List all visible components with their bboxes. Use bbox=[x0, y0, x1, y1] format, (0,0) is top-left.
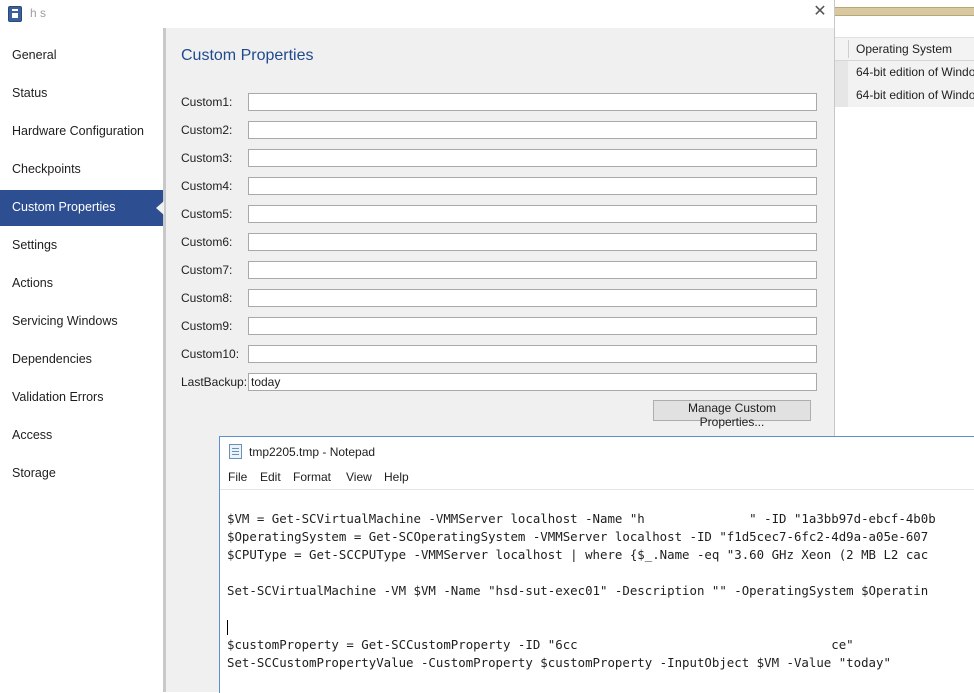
dialog-title: h s bbox=[30, 6, 47, 20]
column-header-operating-system[interactable]: Operating System bbox=[856, 42, 952, 56]
notepad-icon bbox=[229, 444, 242, 459]
close-button[interactable]: ✕ bbox=[810, 2, 830, 22]
menu-view[interactable]: View bbox=[346, 470, 372, 484]
script-line: Set-SCVirtualMachine -VM $VM -Name "hsd-… bbox=[227, 583, 929, 598]
script-line-caret bbox=[227, 618, 974, 636]
nav-item-label: Checkpoints bbox=[12, 162, 81, 176]
table-row[interactable]: 64-bit edition of Windows bbox=[834, 84, 974, 107]
row-selector[interactable] bbox=[834, 84, 848, 107]
custom9-label: Custom9: bbox=[181, 319, 233, 333]
custom10-field[interactable] bbox=[248, 345, 817, 363]
cell-operating-system: 64-bit edition of Windows bbox=[856, 88, 974, 102]
nav-item-general[interactable]: General bbox=[0, 38, 163, 74]
nav-item-access[interactable]: Access bbox=[0, 418, 163, 454]
nav-item-label: Access bbox=[12, 428, 53, 442]
nav-item-label: Dependencies bbox=[12, 352, 92, 366]
menu-file[interactable]: File bbox=[228, 470, 247, 484]
properties-nav: General Status Hardware Configuration Ch… bbox=[0, 28, 166, 692]
nav-item-validation-errors[interactable]: Validation Errors bbox=[0, 380, 163, 416]
script-line: $VM = Get-SCVirtualMachine -VMMServer lo… bbox=[227, 511, 936, 526]
custom6-label: Custom6: bbox=[181, 235, 233, 249]
page-title: Custom Properties bbox=[181, 47, 314, 64]
dialog-titlebar[interactable]: h s ✕ bbox=[0, 0, 834, 28]
custom3-label: Custom3: bbox=[181, 151, 233, 165]
custom7-field[interactable] bbox=[248, 261, 817, 279]
script-line: Set-SCCustomPropertyValue -CustomPropert… bbox=[227, 655, 891, 670]
notepad-titlebar[interactable]: tmp2205.tmp - Notepad bbox=[220, 437, 974, 465]
custom3-field[interactable] bbox=[248, 149, 817, 167]
notepad-window: tmp2205.tmp - Notepad File Edit Format V… bbox=[219, 436, 974, 693]
nav-item-label: Validation Errors bbox=[12, 390, 104, 404]
nav-item-custom-properties[interactable]: Custom Properties bbox=[0, 190, 164, 226]
nav-item-label: Hardware Configuration bbox=[12, 124, 145, 138]
cell-operating-system: 64-bit edition of Windows bbox=[856, 65, 974, 79]
nav-item-servicing-windows[interactable]: Servicing Windows bbox=[0, 304, 163, 340]
close-icon: ✕ bbox=[813, 3, 827, 20]
row-selector[interactable] bbox=[834, 61, 848, 84]
script-line: $CPUType = Get-SCCPUType -VMMServer loca… bbox=[227, 547, 929, 562]
custom1-label: Custom1: bbox=[181, 95, 233, 109]
nav-item-label: Settings bbox=[12, 238, 58, 252]
table-row[interactable]: 64-bit edition of Windows bbox=[834, 61, 974, 84]
custom8-label: Custom8: bbox=[181, 291, 233, 305]
script-line: $OperatingSystem = Get-SCOperatingSystem… bbox=[227, 529, 929, 544]
text-caret bbox=[227, 620, 228, 635]
custom4-field[interactable] bbox=[248, 177, 817, 195]
nav-item-label: Custom Properties bbox=[12, 200, 116, 214]
nav-item-label: Storage bbox=[12, 466, 56, 480]
custom2-field[interactable] bbox=[248, 121, 817, 139]
grid-header[interactable]: Operating System bbox=[834, 37, 974, 61]
nav-item-dependencies[interactable]: Dependencies bbox=[0, 342, 163, 378]
custom2-label: Custom2: bbox=[181, 123, 233, 137]
custom7-label: Custom7: bbox=[181, 263, 233, 277]
nav-item-settings[interactable]: Settings bbox=[0, 228, 163, 264]
menu-help[interactable]: Help bbox=[384, 470, 409, 484]
script-line bbox=[227, 600, 974, 618]
nav-item-hardware-configuration[interactable]: Hardware Configuration bbox=[0, 114, 163, 150]
nav-item-status[interactable]: Status bbox=[0, 76, 163, 112]
custom6-field[interactable] bbox=[248, 233, 817, 251]
menu-edit[interactable]: Edit bbox=[260, 470, 281, 484]
nav-item-label: Status bbox=[12, 86, 48, 100]
lastbackup-label: LastBackup: bbox=[181, 375, 248, 389]
custom8-field[interactable] bbox=[248, 289, 817, 307]
nav-item-storage[interactable]: Storage bbox=[0, 456, 163, 492]
custom9-field[interactable] bbox=[248, 317, 817, 335]
nav-item-actions[interactable]: Actions bbox=[0, 266, 163, 302]
manage-custom-properties-button[interactable]: Manage Custom Properties... bbox=[653, 400, 811, 429]
notepad-title: tmp2205.tmp - Notepad bbox=[249, 445, 376, 459]
nav-item-checkpoints[interactable]: Checkpoints bbox=[0, 152, 163, 188]
grid-group-stripe bbox=[834, 7, 974, 16]
script-line: $customProperty = Get-SCCustomProperty -… bbox=[227, 637, 854, 652]
lastbackup-field[interactable] bbox=[248, 373, 817, 391]
custom1-field[interactable] bbox=[248, 93, 817, 111]
custom5-field[interactable] bbox=[248, 205, 817, 223]
custom4-label: Custom4: bbox=[181, 179, 233, 193]
notepad-text-area[interactable]: $VM = Get-SCVirtualMachine -VMMServer lo… bbox=[227, 510, 974, 690]
custom5-label: Custom5: bbox=[181, 207, 233, 221]
nav-item-label: General bbox=[12, 48, 57, 62]
script-line bbox=[227, 564, 974, 582]
column-separator[interactable] bbox=[848, 40, 849, 58]
menu-format[interactable]: Format bbox=[293, 470, 331, 484]
custom10-label: Custom10: bbox=[181, 347, 240, 361]
notepad-menubar: File Edit Format View Help bbox=[220, 465, 974, 490]
nav-item-label: Actions bbox=[12, 276, 53, 290]
vm-grid-background: Operating System 64-bit edition of Windo… bbox=[834, 0, 974, 436]
server-icon bbox=[8, 6, 22, 22]
nav-item-label: Servicing Windows bbox=[12, 314, 118, 328]
